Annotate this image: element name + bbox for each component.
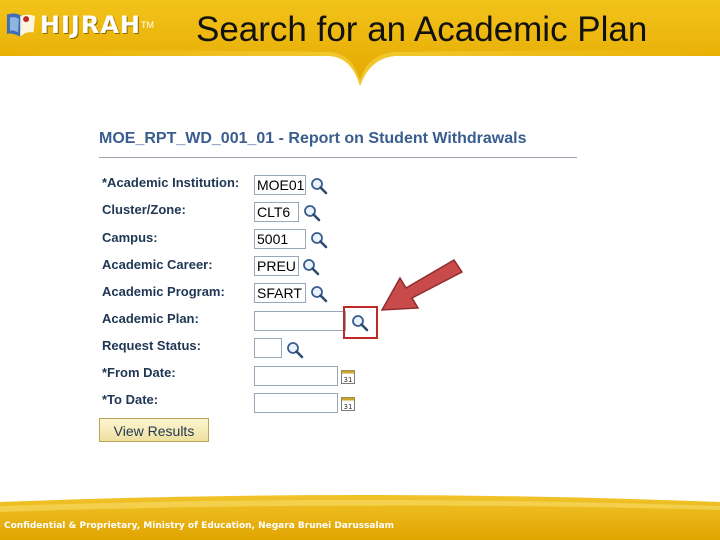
hijrah-logo-icon	[6, 13, 35, 37]
lookup-highlight-box	[343, 306, 378, 339]
magnifier-lookup-icon[interactable]	[310, 177, 328, 195]
magnifier-lookup-icon[interactable]	[310, 285, 328, 303]
label-request-status: Request Status:	[102, 338, 201, 353]
academic-plan-input[interactable]	[254, 311, 346, 331]
footer-band	[0, 495, 720, 540]
label-campus: Campus:	[102, 230, 158, 245]
magnifier-lookup-icon[interactable]	[310, 231, 328, 249]
cluster-zone-input[interactable]: CLT6	[254, 202, 299, 222]
hijrah-logo: HIJRAH TM	[4, 3, 154, 47]
trademark-mark: TM	[141, 20, 154, 30]
label-academic-career: Academic Career:	[102, 257, 213, 272]
red-pointer-arrow-icon	[380, 258, 464, 311]
label-from-date: *From Date:	[102, 365, 176, 380]
from-date-input[interactable]	[254, 366, 338, 386]
label-cluster-zone: Cluster/Zone:	[102, 202, 186, 217]
calendar-icon-day: 31	[344, 403, 353, 411]
calendar-icon-day: 31	[344, 376, 353, 384]
slide-title: Search for an Academic Plan	[196, 10, 648, 49]
magnifier-lookup-icon[interactable]	[286, 341, 304, 359]
title-divider	[99, 157, 577, 158]
academic-institution-input[interactable]: MOE01	[254, 175, 306, 195]
campus-input[interactable]: 5001	[254, 229, 306, 249]
report-title: MOE_RPT_WD_001_01 - Report on Student Wi…	[99, 130, 527, 147]
calendar-icon[interactable]: 31	[341, 397, 355, 411]
hijrah-logo-text: HIJRAH	[39, 11, 141, 39]
label-academic-program: Academic Program:	[102, 284, 225, 299]
request-status-input[interactable]	[254, 338, 282, 358]
view-results-button[interactable]: View Results	[99, 418, 209, 442]
label-academic-institution: *Academic Institution:	[102, 175, 240, 190]
magnifier-lookup-icon[interactable]	[303, 204, 321, 222]
calendar-icon[interactable]: 31	[341, 370, 355, 384]
label-to-date: *To Date:	[102, 392, 159, 407]
academic-program-input[interactable]: SFART	[254, 283, 306, 303]
to-date-input[interactable]	[254, 393, 338, 413]
academic-career-input[interactable]: PREU	[254, 256, 299, 276]
footer-confidential-text: Confidential & Proprietary, Ministry of …	[4, 521, 395, 531]
magnifier-lookup-icon[interactable]	[302, 258, 320, 276]
label-academic-plan: Academic Plan:	[102, 311, 199, 326]
